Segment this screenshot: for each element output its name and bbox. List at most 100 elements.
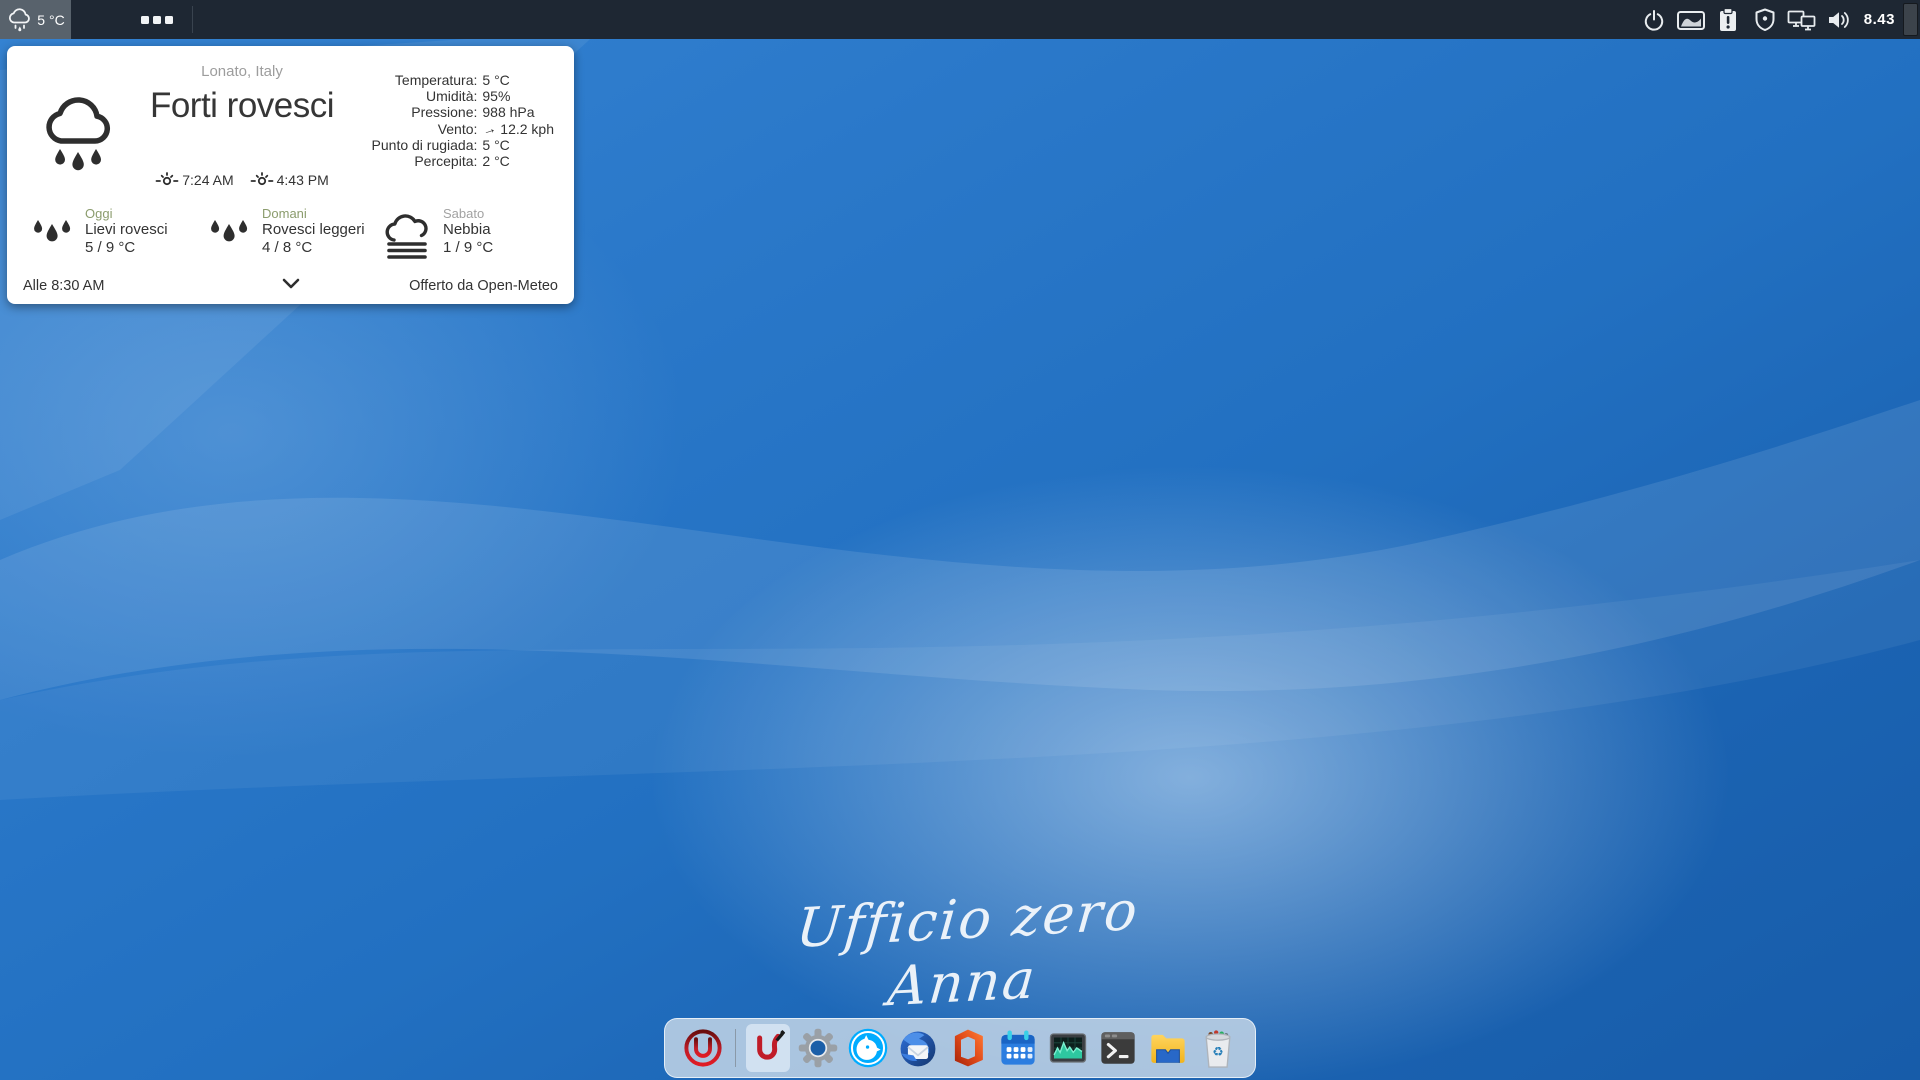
dock-item-file-manager[interactable] [1146, 1024, 1190, 1072]
show-desktop-strip[interactable] [1903, 3, 1918, 36]
dock-item-system-monitor[interactable] [1046, 1024, 1090, 1072]
thunderbird-mail-icon [896, 1026, 940, 1070]
forecast-temps: 5 / 9 °C [85, 238, 168, 257]
clipboard-alert-icon [1716, 7, 1740, 33]
shield-icon [1753, 7, 1777, 32]
forecast-condition: Lievi rovesci [85, 221, 168, 238]
detail-value: 2 °C [482, 153, 509, 169]
gear-icon [797, 1027, 839, 1069]
detail-row: Pressione: 988 hPa [329, 104, 554, 120]
detail-label: Percepita: [329, 153, 477, 169]
sunset-item: 4:43 PM [250, 171, 329, 189]
volume-icon [1826, 8, 1852, 32]
rain-cloud-icon [6, 6, 33, 33]
office-suite-icon [947, 1027, 989, 1069]
dock-item-thunderbird[interactable] [896, 1024, 940, 1072]
dock-item-uz-installer[interactable] [746, 1024, 790, 1072]
detail-label: Temperatura: [329, 72, 477, 88]
last-updated: Alle 8:30 AM [23, 278, 280, 294]
dock-item-calendar[interactable] [996, 1024, 1040, 1072]
dock-separator [735, 1029, 736, 1067]
forecast-day-label: Domani [262, 206, 365, 221]
weather-details: Temperatura: 5 °C Umidità: 95% Pressione… [329, 72, 554, 169]
forecast-condition: Nebbia [443, 221, 493, 238]
detail-value: 5 °C [482, 72, 509, 88]
forecast-temps: 4 / 8 °C [262, 238, 365, 257]
uz-installer-icon [748, 1028, 788, 1068]
forecast-row: Oggi Lievi rovesci 5 / 9 °C Domani Roves… [29, 206, 560, 260]
dock-item-office[interactable] [946, 1024, 990, 1072]
network-tray-button[interactable] [1784, 0, 1821, 39]
dot-icon [165, 16, 173, 24]
detail-row: Temperatura: 5 °C [329, 72, 554, 88]
panel-weather-button[interactable]: 5 °C [0, 0, 71, 39]
forecast-saturday: Sabato Nebbia 1 / 9 °C [383, 206, 560, 260]
dock-item-librewolf[interactable] [846, 1024, 890, 1072]
ufficio-zero-logo-icon [682, 1027, 724, 1069]
dot-icon [141, 16, 149, 24]
rain-drops-icon [206, 214, 252, 258]
display-picture-icon [1676, 8, 1706, 32]
panel-menu-button[interactable] [135, 0, 179, 39]
fog-cloud-icon [383, 214, 433, 260]
forecast-today: Oggi Lievi rovesci 5 / 9 °C [29, 206, 206, 260]
trash-full-icon: ♻ [1198, 1026, 1238, 1070]
top-panel: 5 °C [0, 0, 1920, 39]
file-manager-icon [1147, 1027, 1189, 1069]
sunrise-item: 7:24 AM [155, 171, 233, 189]
detail-row: Percepita: 2 °C [329, 153, 554, 169]
detail-row: Punto di rugiada: 5 °C [329, 137, 554, 153]
wind-direction-arrow: → [480, 119, 498, 139]
sunset-icon [250, 171, 274, 189]
widget-footer: Alle 8:30 AM Offerto da Open-Meteo [23, 277, 558, 295]
sunrise-icon [155, 171, 179, 189]
network-icon [1787, 8, 1817, 32]
wind-speed: 12.2 kph [500, 121, 554, 137]
chevron-down-icon [280, 277, 302, 291]
detail-value: 95% [482, 88, 510, 104]
detail-value: 5 °C [482, 137, 509, 153]
panel-separator [192, 6, 193, 33]
wallpaper-signature: Ufficio zero Anna [730, 876, 1200, 1027]
detail-label: Umidità: [329, 88, 477, 104]
forecast-temps: 1 / 9 °C [443, 238, 493, 257]
dock-item-terminal[interactable] [1096, 1024, 1140, 1072]
detail-label: Punto di rugiada: [329, 137, 477, 153]
librewolf-browser-icon [846, 1026, 890, 1070]
system-tray: 8.43 [1636, 0, 1920, 39]
panel-clock[interactable]: 8.43 [1858, 11, 1903, 28]
power-icon [1642, 8, 1666, 32]
forecast-tomorrow: Domani Rovesci leggeri 4 / 8 °C [206, 206, 383, 260]
volume-tray-button[interactable] [1821, 0, 1858, 39]
detail-row: Vento: → 12.2 kph [329, 121, 554, 137]
dot-icon [153, 16, 161, 24]
rain-drops-icon [29, 214, 75, 258]
expand-button[interactable] [280, 277, 302, 295]
weather-popover: Lonato, Italy Forti rovesci 7:24 AM [7, 46, 574, 304]
dock: ♻ [664, 1018, 1256, 1078]
terminal-icon [1097, 1027, 1139, 1069]
dock-item-settings[interactable] [796, 1024, 840, 1072]
detail-value: 988 hPa [482, 104, 534, 120]
svg-text:♻: ♻ [1212, 1044, 1223, 1059]
detail-value: → 12.2 kph [482, 121, 554, 137]
detail-label: Pressione: [329, 104, 477, 120]
sunset-time: 4:43 PM [277, 172, 329, 188]
clipboard-tray-button[interactable] [1710, 0, 1747, 39]
system-monitor-icon [1047, 1027, 1089, 1069]
forecast-condition: Rovesci leggeri [262, 221, 365, 238]
provider-attribution: Offerto da Open-Meteo [302, 278, 559, 294]
dock-item-uz-menu[interactable] [681, 1024, 725, 1072]
forecast-day-label: Sabato [443, 206, 493, 221]
calendar-icon [997, 1027, 1039, 1069]
power-button[interactable] [1636, 0, 1673, 39]
forecast-day-label: Oggi [85, 206, 168, 221]
detail-label: Vento: [329, 121, 477, 137]
firewall-tray-button[interactable] [1747, 0, 1784, 39]
panel-temperature-label: 5 °C [37, 12, 64, 28]
sunrise-time: 7:24 AM [182, 172, 233, 188]
sun-times: 7:24 AM 4:43 PM [102, 171, 382, 189]
dock-item-trash[interactable]: ♻ [1196, 1024, 1240, 1072]
detail-row: Umidità: 95% [329, 88, 554, 104]
wallpaper-tray-button[interactable] [1673, 0, 1710, 39]
